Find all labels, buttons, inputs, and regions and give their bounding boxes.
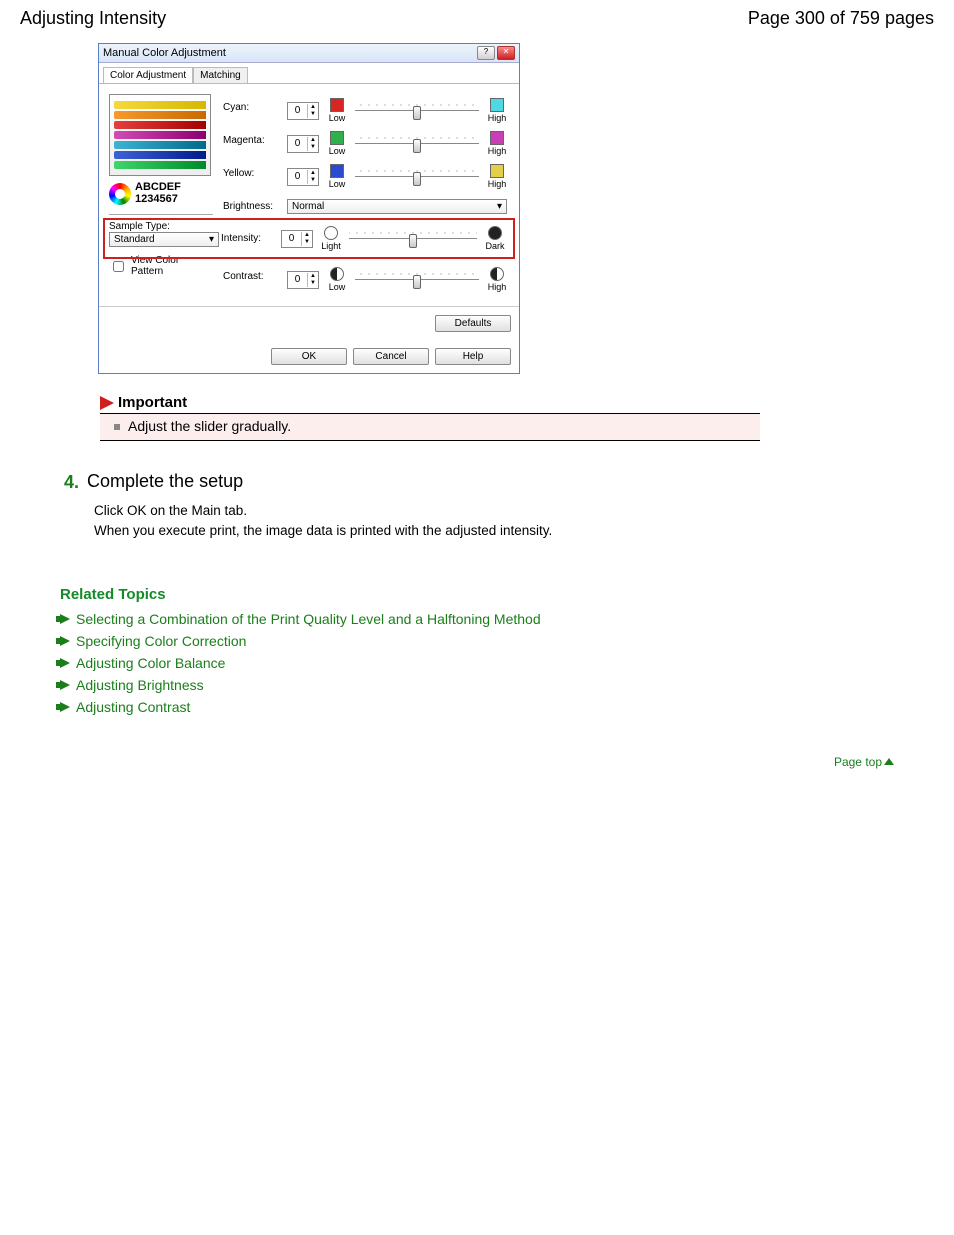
magenta-low-swatch xyxy=(330,131,344,145)
dialog-titlebar: Manual Color Adjustment ? ✕ xyxy=(99,44,519,63)
related-topics-heading: Related Topics xyxy=(60,586,894,603)
color-preview-image xyxy=(109,94,211,176)
low-label: Low xyxy=(325,113,349,123)
arrow-bullet-icon xyxy=(60,680,70,690)
magenta-value-input[interactable]: 0▲▼ xyxy=(287,135,319,153)
contrast-high-icon xyxy=(490,267,504,281)
brightness-row: Normal ▾ xyxy=(287,199,509,214)
close-window-button[interactable]: ✕ xyxy=(497,46,515,60)
related-topics-list: Selecting a Combination of the Print Qua… xyxy=(60,611,894,715)
contrast-row: 0▲▼ Low High xyxy=(287,263,509,296)
step-body-line2: When you execute print, the image data i… xyxy=(94,521,744,541)
brightness-label: Brightness: xyxy=(223,193,283,212)
step-4: 4. Complete the setup xyxy=(64,471,764,493)
yellow-high-swatch xyxy=(490,164,504,178)
list-item: Selecting a Combination of the Print Qua… xyxy=(60,611,894,627)
contrast-slider[interactable] xyxy=(355,271,479,289)
dialog-title: Manual Color Adjustment xyxy=(103,47,226,59)
arrow-bullet-icon xyxy=(60,702,70,712)
cancel-button[interactable]: Cancel xyxy=(353,348,429,365)
related-link-contrast[interactable]: Adjusting Contrast xyxy=(76,699,190,715)
color-wheel-icon xyxy=(109,183,131,205)
list-item: Specifying Color Correction xyxy=(60,633,894,649)
cyan-label: Cyan: xyxy=(223,94,283,113)
important-flag-icon xyxy=(100,396,114,410)
page-top-link[interactable]: Page top xyxy=(834,755,894,769)
important-block: Important Adjust the slider gradually. xyxy=(100,394,760,441)
contrast-value-input[interactable]: 0▲▼ xyxy=(287,271,319,289)
tab-color-adjustment[interactable]: Color Adjustment xyxy=(103,67,193,83)
step-number: 4. xyxy=(64,471,79,493)
view-color-pattern-checkbox[interactable] xyxy=(113,261,124,272)
list-item: Adjusting Contrast xyxy=(60,699,894,715)
cyan-high-swatch xyxy=(490,98,504,112)
cyan-row: 0▲▼ Low High xyxy=(287,94,509,127)
spinner-icon[interactable]: ▲▼ xyxy=(301,232,312,246)
cyan-value-input[interactable]: 0▲▼ xyxy=(287,102,319,120)
related-link-combination[interactable]: Selecting a Combination of the Print Qua… xyxy=(76,611,541,627)
tab-strip: Color Adjustment Matching xyxy=(99,63,519,84)
magenta-high-swatch xyxy=(490,131,504,145)
step-body: Click OK on the Main tab. When you execu… xyxy=(94,501,744,540)
list-item: Adjusting Brightness xyxy=(60,677,894,693)
magenta-row: 0▲▼ Low High xyxy=(287,127,509,160)
page-header: Adjusting Intensity Page 300 of 759 page… xyxy=(0,0,954,33)
intensity-highlight: Intensity: 0▲▼ Light Dark xyxy=(103,218,515,259)
help-window-button[interactable]: ? xyxy=(477,46,495,60)
preview-column: ABCDEF 1234567 xyxy=(109,94,219,208)
spinner-icon[interactable]: ▲▼ xyxy=(307,104,318,118)
related-link-brightness[interactable]: Adjusting Brightness xyxy=(76,677,204,693)
page-number: Page 300 of 759 pages xyxy=(748,8,934,29)
dark-icon xyxy=(488,226,502,240)
cyan-low-swatch xyxy=(330,98,344,112)
important-heading: Important xyxy=(118,394,187,411)
sample-text-line2: 1234567 xyxy=(135,194,181,206)
yellow-row: 0▲▼ Low High xyxy=(287,160,509,193)
high-label: High xyxy=(485,113,509,123)
intensity-row: 0▲▼ Light Dark xyxy=(281,222,507,255)
arrow-bullet-icon xyxy=(60,614,70,624)
intensity-value-input[interactable]: 0▲▼ xyxy=(281,230,313,248)
window-controls: ? ✕ xyxy=(477,46,515,60)
step-body-line1: Click OK on the Main tab. xyxy=(94,501,744,521)
manual-color-adjustment-dialog: Manual Color Adjustment ? ✕ Color Adjust… xyxy=(98,43,520,374)
brightness-select[interactable]: Normal ▾ xyxy=(287,199,507,214)
contrast-label: Contrast: xyxy=(223,263,283,282)
page-top: Page top xyxy=(60,755,894,769)
tab-matching[interactable]: Matching xyxy=(193,67,248,83)
magenta-label: Magenta: xyxy=(223,127,283,146)
spinner-icon[interactable]: ▲▼ xyxy=(307,170,318,184)
related-link-color-correction[interactable]: Specifying Color Correction xyxy=(76,633,246,649)
arrow-bullet-icon xyxy=(60,658,70,668)
contrast-low-icon xyxy=(330,267,344,281)
list-item: Adjusting Color Balance xyxy=(60,655,894,671)
yellow-low-swatch xyxy=(330,164,344,178)
light-icon xyxy=(324,226,338,240)
arrow-bullet-icon xyxy=(60,636,70,646)
intensity-label: Intensity: xyxy=(221,233,281,244)
chevron-down-icon: ▾ xyxy=(497,201,502,212)
step-title: Complete the setup xyxy=(87,471,243,493)
yellow-label: Yellow: xyxy=(223,160,283,179)
defaults-button[interactable]: Defaults xyxy=(435,315,511,332)
spinner-icon[interactable]: ▲▼ xyxy=(307,273,318,287)
related-link-color-balance[interactable]: Adjusting Color Balance xyxy=(76,655,225,671)
yellow-value-input[interactable]: 0▲▼ xyxy=(287,168,319,186)
important-text: Adjust the slider gradually. xyxy=(100,414,760,441)
sample-text-preview: ABCDEF 1234567 xyxy=(109,180,209,208)
page-title: Adjusting Intensity xyxy=(20,8,166,29)
ok-button[interactable]: OK xyxy=(271,348,347,365)
help-button[interactable]: Help xyxy=(435,348,511,365)
spinner-icon[interactable]: ▲▼ xyxy=(307,137,318,151)
yellow-slider[interactable] xyxy=(355,168,479,186)
magenta-slider[interactable] xyxy=(355,135,479,153)
arrow-up-icon xyxy=(884,758,894,765)
intensity-slider[interactable] xyxy=(349,230,477,248)
cyan-slider[interactable] xyxy=(355,102,479,120)
